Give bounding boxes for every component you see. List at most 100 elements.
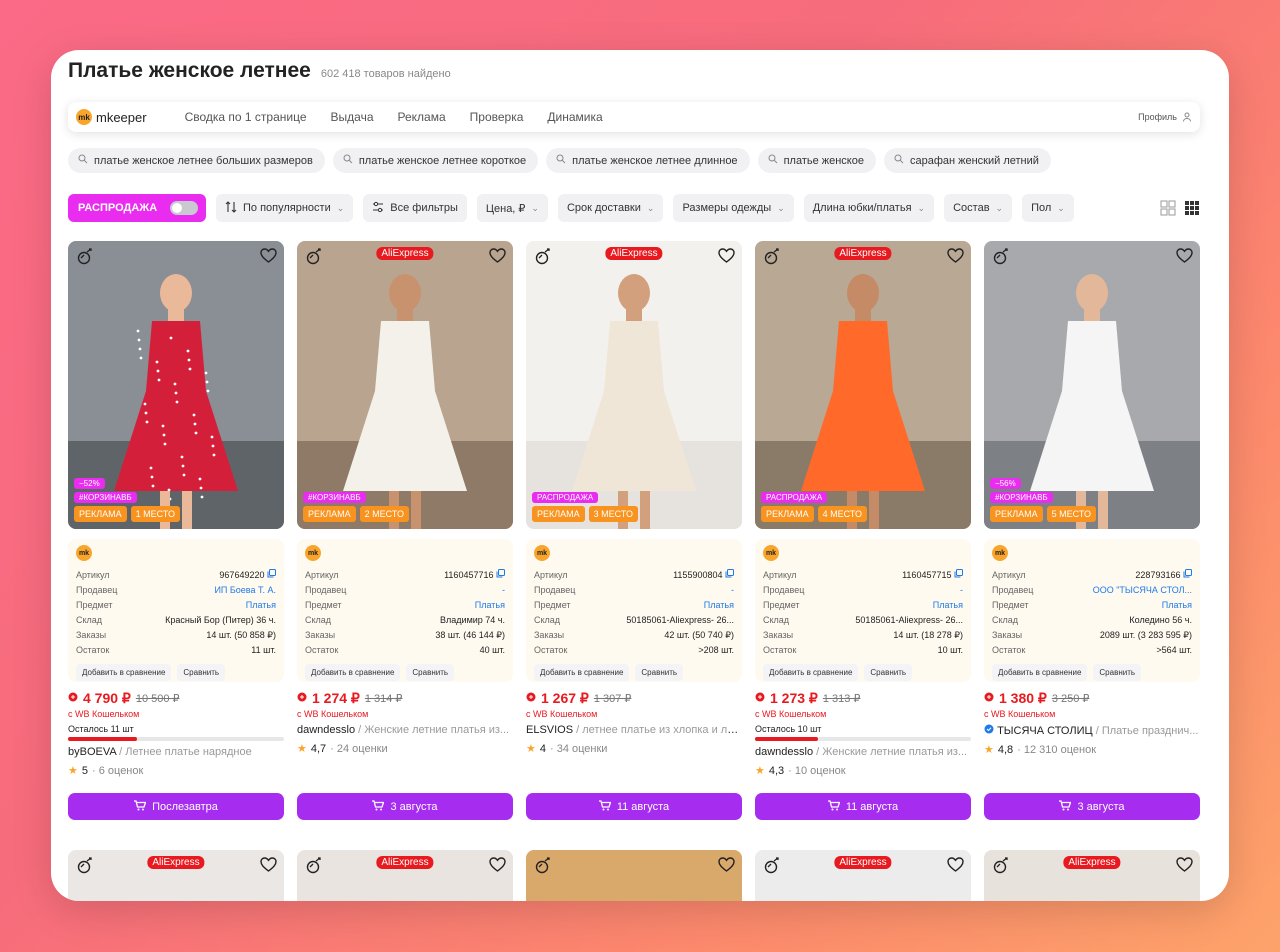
brand-line[interactable]: dawndesslo / Женские летние платья из...: [297, 724, 513, 736]
stat-value-subject[interactable]: Платья: [933, 600, 963, 610]
product-card[interactable]: [526, 850, 742, 901]
nav-dynamics[interactable]: Динамика: [547, 110, 602, 124]
delivery-button[interactable]: Послезавтра: [68, 793, 284, 820]
compare-ring-icon[interactable]: [305, 857, 323, 880]
compare-ring-icon[interactable]: [763, 857, 781, 880]
search-tag[interactable]: платье женское летнее короткое: [332, 148, 539, 173]
stat-value-seller[interactable]: -: [731, 585, 734, 595]
filter-dropdown[interactable]: Длина юбки/платья ⌄: [803, 194, 935, 222]
compare-button[interactable]: Сравнить: [635, 664, 684, 681]
brand-line[interactable]: ТЫСЯЧА СТОЛИЦ / Платье празднич...: [984, 724, 1200, 737]
stat-value-seller[interactable]: -: [960, 585, 963, 595]
stat-value-subject[interactable]: Платья: [475, 600, 505, 610]
add-compare-button[interactable]: Добавить в сравнение: [992, 664, 1088, 681]
filter-dropdown[interactable]: По популярности ⌄: [216, 194, 354, 222]
add-compare-button[interactable]: Добавить в сравнение: [534, 664, 630, 681]
delivery-button[interactable]: 11 августа: [526, 793, 742, 820]
compare-ring-icon[interactable]: [534, 248, 552, 266]
filter-dropdown[interactable]: Цена, ₽ ⌄: [476, 194, 548, 222]
copy-icon[interactable]: [1180, 569, 1192, 580]
filter-label: Состав: [953, 202, 990, 214]
heart-icon[interactable]: [489, 248, 506, 263]
add-compare-button[interactable]: Добавить в сравнение: [763, 664, 859, 681]
product-card[interactable]: AliExpress #КОРЗИНАВБ РЕКЛАМА 2 МЕСТО mk Арти…: [297, 241, 513, 820]
add-compare-button[interactable]: Добавить в сравнение: [76, 664, 172, 681]
logo[interactable]: mk mkeeper: [76, 109, 147, 125]
product-photo[interactable]: AliExpress РАСПРОДАЖА РЕКЛАМА 3 МЕСТО: [526, 241, 742, 529]
compare-button[interactable]: Сравнить: [406, 664, 455, 681]
product-card[interactable]: AliExpress: [297, 850, 513, 901]
product-photo[interactable]: AliExpress РАСПРОДАЖА РЕКЛАМА 4 МЕСТО: [755, 241, 971, 529]
copy-icon[interactable]: [264, 569, 276, 580]
product-card[interactable]: AliExpress РАСПРОДАЖА РЕКЛАМА 4 МЕСТО mk Арти…: [755, 241, 971, 820]
compare-ring-icon[interactable]: [992, 248, 1010, 266]
brand-name: ELSVIOS: [526, 724, 574, 736]
product-card[interactable]: AliExpress: [984, 850, 1200, 901]
compare-ring-icon[interactable]: [992, 857, 1010, 880]
grid-small-icon[interactable]: [1184, 200, 1200, 216]
brand-line[interactable]: ELSVIOS / летнее платье из хлопка и льна: [526, 724, 742, 736]
delivery-label: Послезавтра: [152, 800, 218, 813]
heart-icon[interactable]: [1176, 857, 1193, 877]
stat-value-subject[interactable]: Платья: [1162, 600, 1192, 610]
compare-ring-icon[interactable]: [305, 248, 323, 266]
filter-dropdown[interactable]: Размеры одежды ⌄: [673, 194, 794, 222]
stat-value-seller[interactable]: ИП Боева Т. А.: [214, 585, 276, 595]
nav-results[interactable]: Выдача: [331, 110, 374, 124]
heart-icon[interactable]: [718, 857, 735, 877]
product-card[interactable]: −52% #КОРЗИНАВБ РЕКЛАМА 1 МЕСТО mk Артикул 967…: [68, 241, 284, 820]
delivery-button[interactable]: 3 августа: [297, 793, 513, 820]
sale-toggle[interactable]: РАСПРОДАЖА: [68, 194, 206, 222]
copy-icon[interactable]: [493, 569, 505, 580]
compare-button[interactable]: Сравнить: [1093, 664, 1142, 681]
filter-label: Размеры одежды: [682, 202, 772, 214]
search-tag[interactable]: платье женское: [757, 148, 876, 173]
search-tag[interactable]: сарафан женский летний: [883, 148, 1051, 173]
delivery-button[interactable]: 3 августа: [984, 793, 1200, 820]
stat-value-seller[interactable]: -: [502, 585, 505, 595]
filter-dropdown[interactable]: Состав ⌄: [944, 194, 1013, 222]
nav-ads[interactable]: Реклама: [398, 110, 446, 124]
brand-line[interactable]: dawndesslo / Женские летние платья из...: [755, 746, 971, 758]
product-photo[interactable]: −56% #КОРЗИНАВБ РЕКЛАМА 5 МЕСТО: [984, 241, 1200, 529]
copy-icon[interactable]: [722, 569, 734, 580]
compare-ring-icon[interactable]: [534, 857, 552, 880]
nav-summary[interactable]: Сводка по 1 странице: [185, 110, 307, 124]
price-row: 1 267 ₽ 1 307 ₽: [526, 689, 742, 707]
product-photo[interactable]: AliExpress #КОРЗИНАВБ РЕКЛАМА 2 МЕСТО: [297, 241, 513, 529]
heart-icon[interactable]: [489, 857, 506, 877]
compare-button[interactable]: Сравнить: [177, 664, 226, 681]
heart-icon[interactable]: [947, 248, 964, 263]
nav-check[interactable]: Проверка: [470, 110, 524, 124]
compare-ring-icon[interactable]: [763, 248, 781, 266]
profile-link[interactable]: Профиль: [1138, 112, 1192, 122]
brand-line[interactable]: byBOEVA / Летнее платье нарядное: [68, 746, 284, 758]
compare-ring-icon[interactable]: [76, 248, 94, 266]
toggle-switch[interactable]: [170, 201, 198, 215]
product-card[interactable]: AliExpress РАСПРОДАЖА РЕКЛАМА 3 МЕСТО mk Арти…: [526, 241, 742, 820]
stat-value-subject[interactable]: Платья: [704, 600, 734, 610]
search-tag[interactable]: платье женское летнее больших размеров: [68, 148, 325, 173]
compare-button[interactable]: Сравнить: [864, 664, 913, 681]
stat-value-subject[interactable]: Платья: [246, 600, 276, 610]
search-tag[interactable]: платье женское летнее длинное: [546, 148, 750, 173]
grid-large-icon[interactable]: [1160, 200, 1176, 216]
stat-value-seller[interactable]: ООО "ТЫСЯЧА СТОЛ...: [1093, 585, 1192, 595]
filter-dropdown[interactable]: Пол ⌄: [1022, 194, 1074, 222]
copy-icon[interactable]: [951, 569, 963, 580]
product-photo[interactable]: −52% #КОРЗИНАВБ РЕКЛАМА 1 МЕСТО: [68, 241, 284, 529]
heart-icon[interactable]: [718, 248, 735, 263]
heart-icon[interactable]: [1176, 248, 1193, 263]
product-card[interactable]: −56% #КОРЗИНАВБ РЕКЛАМА 5 МЕСТО mk Артикул 228…: [984, 241, 1200, 820]
filter-dropdown[interactable]: Все фильтры: [363, 194, 467, 222]
compare-ring-icon[interactable]: [76, 857, 94, 880]
heart-icon[interactable]: [260, 857, 277, 877]
add-compare-button[interactable]: Добавить в сравнение: [305, 664, 401, 681]
filter-dropdown[interactable]: Срок доставки ⌄: [557, 194, 664, 222]
heart-icon[interactable]: [947, 857, 964, 877]
search-tag-label: платье женское летнее длинное: [572, 154, 738, 167]
delivery-button[interactable]: 11 августа: [755, 793, 971, 820]
product-card[interactable]: AliExpress: [68, 850, 284, 901]
product-card[interactable]: AliExpress: [755, 850, 971, 901]
heart-icon[interactable]: [260, 248, 277, 263]
